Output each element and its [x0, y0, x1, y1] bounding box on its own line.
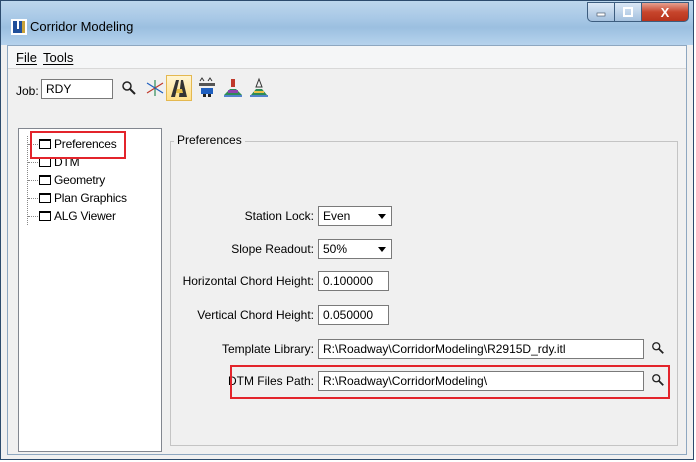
window-title: Corridor Modeling: [30, 19, 134, 34]
preferences-group-title: Preferences: [174, 133, 245, 147]
slope-readout-label: Slope Readout:: [231, 242, 314, 256]
menu-tools[interactable]: Tools: [43, 50, 73, 65]
station-lock-select[interactable]: Even: [318, 206, 392, 226]
tree-item-label: Plan Graphics: [54, 191, 127, 205]
menu-tools-label: Tools: [43, 50, 74, 65]
job-search-button[interactable]: [116, 75, 142, 101]
station-lock-label: Station Lock:: [244, 209, 314, 223]
title-bar[interactable]: Corridor Modeling X: [1, 1, 693, 45]
search-icon: [122, 81, 136, 95]
window-node-icon: [39, 211, 51, 221]
create-template-icon: [224, 79, 242, 97]
roadway-designer-button[interactable]: [166, 75, 192, 101]
template-library-label: Template Library:: [221, 342, 314, 356]
corridor-modeling-app-icon: [11, 19, 27, 35]
menu-bar: File Tools: [8, 46, 686, 69]
navigation-tree[interactable]: Preferences DTM Geometry Plan Graphics A: [18, 128, 162, 452]
preferences-group: [170, 141, 678, 446]
menu-file[interactable]: File: [16, 50, 37, 65]
axis-icon: [146, 80, 164, 96]
minimize-button[interactable]: [587, 2, 614, 22]
template-library-browse-button[interactable]: [648, 338, 668, 358]
preferences-highlight-box: [30, 131, 126, 159]
drape-icon: [199, 77, 215, 97]
window-node-icon: [39, 175, 51, 185]
close-icon: X: [660, 4, 670, 20]
job-input[interactable]: RDY: [41, 79, 113, 99]
caption-buttons: X: [587, 2, 689, 24]
maximize-icon: [623, 7, 633, 17]
tree-connector: [28, 215, 38, 217]
tree-item-geometry[interactable]: Geometry: [28, 171, 105, 189]
drape-button[interactable]: [194, 75, 220, 101]
tree-item-plan-graphics[interactable]: Plan Graphics: [28, 189, 127, 207]
minimize-icon: [596, 12, 606, 17]
tree-item-label: ALG Viewer: [54, 209, 116, 223]
tree-connector: [28, 161, 38, 163]
window-node-icon: [39, 193, 51, 203]
create-template-button[interactable]: [220, 75, 246, 101]
vertical-chord-height-input[interactable]: 0.050000: [318, 305, 389, 325]
tree-connector: [28, 197, 38, 199]
roadway-designer-icon: [171, 80, 187, 97]
slope-readout-select[interactable]: 50%: [318, 239, 392, 259]
template-library-input[interactable]: R:\Roadway\CorridorModeling\R2915D_rdy.i…: [318, 339, 644, 359]
dtm-files-path-highlight-box: [230, 365, 670, 399]
axis-button[interactable]: [142, 75, 168, 101]
toolbar: Job: RDY: [8, 69, 686, 109]
client-area: File Tools Job: RDY Preferences DTM Geom…: [7, 45, 687, 455]
maximize-button[interactable]: [614, 2, 641, 22]
tree-connector: [28, 179, 38, 181]
tree-item-alg-viewer[interactable]: ALG Viewer: [28, 207, 116, 225]
horizontal-chord-height-label: Horizontal Chord Height:: [182, 274, 314, 288]
search-icon: [652, 342, 664, 354]
horizontal-chord-height-input[interactable]: 0.100000: [318, 271, 389, 291]
corridor-modeling-window: Corridor Modeling X File Tools Job: RDY: [0, 0, 694, 460]
dropdown-arrow-icon: [378, 214, 386, 219]
vertical-chord-height-label: Vertical Chord Height:: [197, 308, 314, 322]
dropdown-arrow-icon: [378, 247, 386, 252]
close-button[interactable]: X: [641, 2, 689, 22]
template-library-button[interactable]: [246, 75, 272, 101]
station-lock-value: Even: [323, 209, 351, 223]
template-library-icon: [250, 77, 268, 97]
menu-file-label: File: [16, 50, 37, 65]
slope-readout-value: 50%: [323, 242, 348, 256]
tree-item-label: Geometry: [54, 173, 106, 187]
job-label: Job:: [16, 84, 39, 98]
